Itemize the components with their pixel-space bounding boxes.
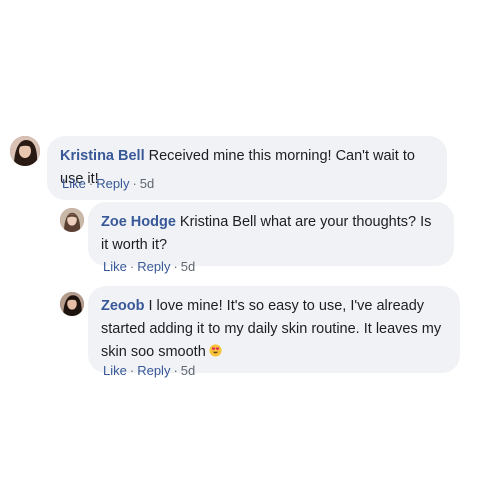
avatar-photo [10,136,40,166]
timestamp[interactable]: 5d [181,259,195,274]
comment-actions: Like · Reply · 5d [103,363,196,378]
avatar[interactable] [60,292,84,316]
like-link[interactable]: Like [103,363,127,378]
avatar[interactable] [60,208,84,232]
like-link[interactable]: Like [62,176,86,191]
author-name[interactable]: Kristina Bell [60,148,145,164]
avatar-photo [60,208,84,232]
avatar-photo [60,292,84,316]
author-name[interactable]: Zoe Hodge [101,214,176,230]
comment-actions: Like · Reply · 5d [62,176,155,191]
timestamp[interactable]: 5d [140,176,154,191]
comment-actions: Like · Reply · 5d [103,259,196,274]
reply-link[interactable]: Reply [137,259,170,274]
like-link[interactable]: Like [103,259,127,274]
reply-link[interactable]: Reply [96,176,129,191]
comment-bubble: Zeoob I love mine! It's so easy to use, I… [88,286,460,373]
comment-bubble: Zoe Hodge Kristina Bell what are your tho… [88,202,454,266]
avatar[interactable] [10,136,40,166]
timestamp[interactable]: 5d [181,363,195,378]
heart-eyes-emoji-icon [209,344,222,357]
reply-link[interactable]: Reply [137,363,170,378]
author-name[interactable]: Zeoob [101,298,145,314]
comment-text: I love mine! It's so easy to use, I've a… [101,298,442,360]
